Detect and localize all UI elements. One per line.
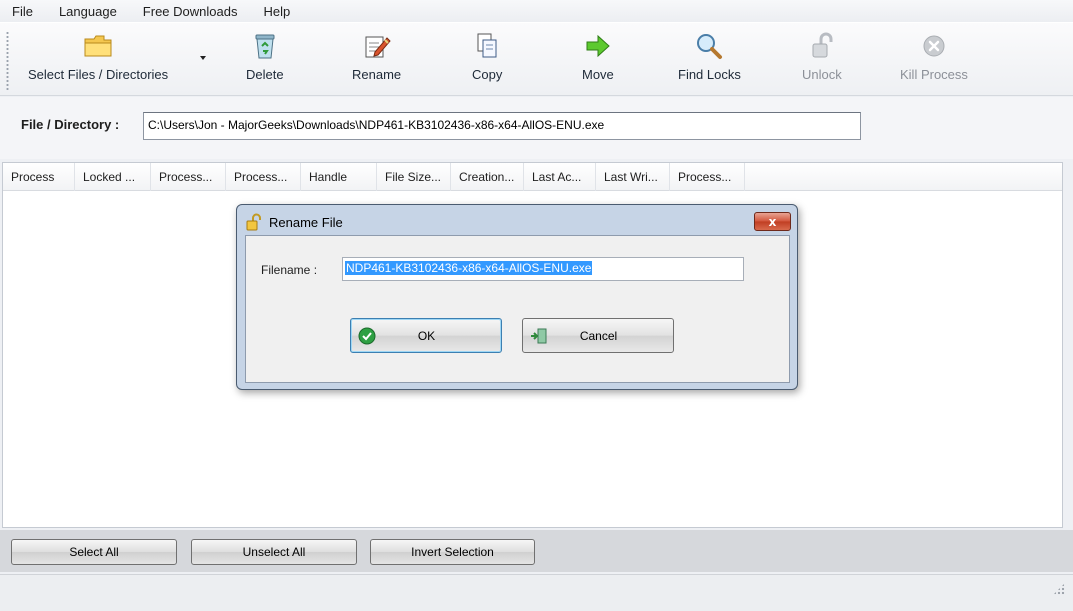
column-header[interactable]: Creation...: [451, 163, 524, 191]
unselect-all-button[interactable]: Unselect All: [191, 539, 357, 565]
move-label: Move: [582, 67, 614, 82]
column-header[interactable]: Last Ac...: [524, 163, 596, 191]
filename-input[interactable]: NDP461-KB3102436-x86-x64-AllOS-ENU.exe: [342, 257, 744, 281]
find-locks-button[interactable]: Find Locks: [678, 31, 741, 93]
column-header[interactable]: Process...: [670, 163, 745, 191]
green-arrow-icon: [583, 31, 613, 61]
menu-free-downloads[interactable]: Free Downloads: [141, 2, 240, 21]
select-all-button[interactable]: Select All: [11, 539, 177, 565]
close-icon: x: [768, 214, 777, 229]
move-button[interactable]: Move: [582, 31, 614, 93]
cancel-button[interactable]: Cancel: [522, 318, 674, 353]
menu-bar: File Language Free Downloads Help: [0, 0, 1073, 22]
column-header[interactable]: Last Wri...: [596, 163, 670, 191]
exit-door-icon: [530, 327, 548, 345]
filename-selected-text: NDP461-KB3102436-x86-x64-AllOS-ENU.exe: [345, 261, 593, 275]
column-header[interactable]: Process...: [226, 163, 301, 191]
unlock-label: Unlock: [802, 67, 842, 82]
dialog-title: Rename File: [269, 214, 343, 230]
folder-icon: [83, 31, 113, 61]
delete-button[interactable]: Delete: [246, 31, 284, 93]
kill-x-icon: [919, 31, 949, 61]
rename-pencil-icon: [362, 31, 392, 61]
cancel-label: Cancel: [579, 328, 618, 343]
bottom-button-bar: Select All Unselect All Invert Selection: [0, 530, 1073, 572]
padlock-open-icon: [807, 31, 837, 61]
find-locks-label: Find Locks: [678, 67, 741, 82]
ok-label: OK: [417, 328, 436, 343]
menu-file[interactable]: File: [10, 2, 35, 21]
ok-button[interactable]: OK: [350, 318, 502, 353]
toolbar: Select Files / Directories Delete Rename: [0, 22, 1073, 96]
status-bar: [0, 574, 1073, 611]
list-header: Process Locked ... Process... Process...…: [3, 163, 1062, 191]
resize-grip[interactable]: [1053, 583, 1065, 595]
check-icon: [358, 327, 376, 345]
copy-label: Copy: [472, 67, 503, 82]
invert-selection-button[interactable]: Invert Selection: [370, 539, 535, 565]
dialog-title-bar[interactable]: Rename File: [245, 211, 343, 233]
path-input[interactable]: C:\Users\Jon - MajorGeeks\Downloads\NDP4…: [143, 112, 861, 140]
padlock-icon: [245, 213, 263, 231]
menu-help[interactable]: Help: [261, 2, 292, 21]
kill-process-label: Kill Process: [900, 67, 968, 82]
magnifier-icon: [694, 31, 724, 61]
column-header[interactable]: File Size...: [377, 163, 451, 191]
select-files-label: Select Files / Directories: [28, 67, 169, 82]
delete-label: Delete: [246, 67, 284, 82]
filename-label: Filename :: [261, 263, 318, 277]
column-header[interactable]: Locked ...: [75, 163, 151, 191]
copy-button[interactable]: Copy: [472, 31, 502, 93]
select-dropdown-caret[interactable]: [200, 56, 206, 60]
copy-documents-icon: [472, 31, 502, 61]
path-row: File / Directory : C:\Users\Jon - MajorG…: [0, 97, 1073, 159]
column-header[interactable]: Handle: [301, 163, 377, 191]
select-files-button[interactable]: Select Files / Directories: [28, 31, 168, 93]
kill-process-button[interactable]: Kill Process: [900, 31, 968, 93]
menu-language[interactable]: Language: [57, 2, 119, 21]
rename-file-dialog: Rename File x Filename : NDP461-KB310243…: [236, 204, 798, 390]
unlock-button[interactable]: Unlock: [802, 31, 842, 93]
dialog-close-button[interactable]: x: [754, 212, 791, 231]
column-header[interactable]: Process...: [151, 163, 226, 191]
path-label: File / Directory :: [21, 117, 120, 132]
rename-label: Rename: [352, 67, 402, 82]
column-header[interactable]: Process: [3, 163, 75, 191]
dialog-body: Filename : NDP461-KB3102436-x86-x64-AllO…: [245, 235, 790, 383]
recycle-bin-icon: [250, 31, 280, 61]
rename-button[interactable]: Rename: [352, 31, 401, 93]
toolbar-grip[interactable]: [6, 31, 9, 91]
